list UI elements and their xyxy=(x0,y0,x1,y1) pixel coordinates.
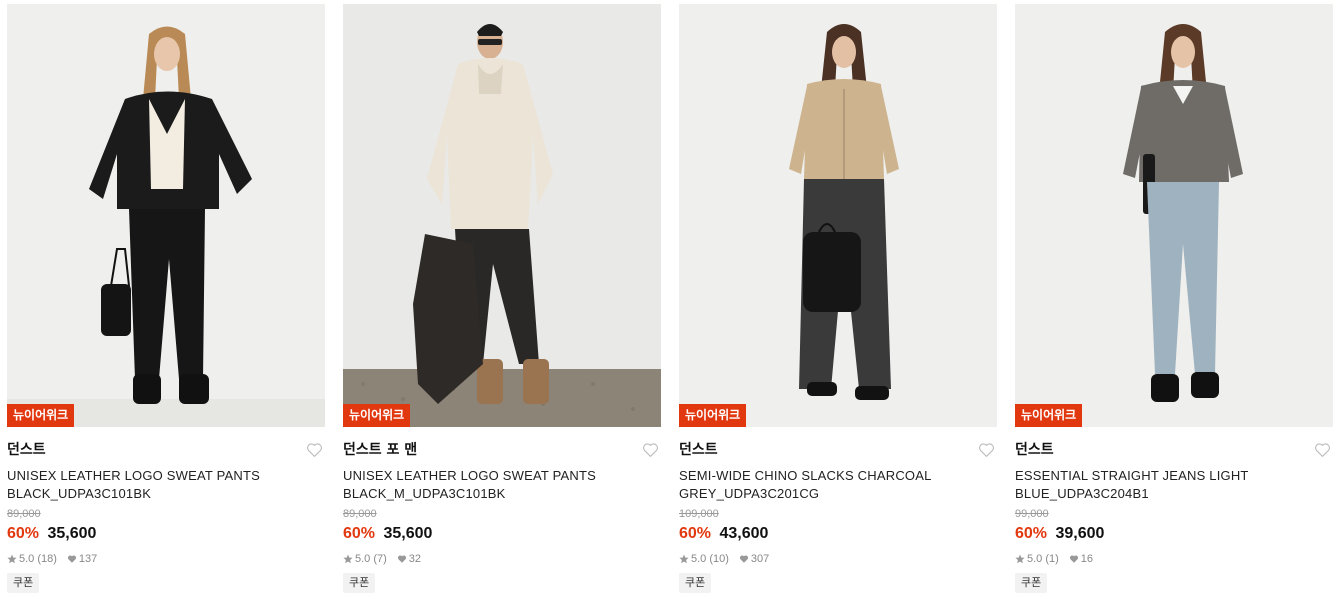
heart-outline-icon xyxy=(643,443,658,457)
product-image[interactable]: 뉴이어위크 xyxy=(343,4,661,427)
rating: 5.0 (7) xyxy=(355,553,387,565)
product-image[interactable]: 뉴이어위크 xyxy=(679,4,997,427)
sale-price: 35,600 xyxy=(47,525,97,542)
discount-rate: 60% xyxy=(1015,525,1048,542)
sale-price: 39,600 xyxy=(1055,525,1105,542)
discount-rate: 60% xyxy=(679,525,712,542)
coupon-badge: 쿠폰 xyxy=(7,573,40,593)
coupon-badge: 쿠폰 xyxy=(1015,573,1048,593)
rating: 5.0 (10) xyxy=(691,553,729,565)
product-grid: 뉴이어위크 던스트 UNISEX LEATHER LOGO SWEAT PANT… xyxy=(0,0,1340,612)
product-card[interactable]: 뉴이어위크 던스트 SEMI-WIDE CHINO SLACKS CHARCOA… xyxy=(679,4,997,608)
product-name[interactable]: UNISEX LEATHER LOGO SWEAT PANTS BLACK_UD… xyxy=(7,467,299,503)
discount-rate: 60% xyxy=(7,525,40,542)
product-card[interactable]: 뉴이어위크 던스트 포 맨 UNISEX LEATHER LOGO SWEAT … xyxy=(343,4,661,608)
heart-outline-icon xyxy=(979,443,994,457)
brand-name[interactable]: 던스트 xyxy=(7,441,325,459)
promo-tag: 뉴이어위크 xyxy=(343,404,411,427)
heart-filled-icon xyxy=(67,554,77,564)
product-image[interactable]: 뉴이어위크 xyxy=(1015,4,1333,427)
brand-name[interactable]: 던스트 xyxy=(1015,441,1333,459)
like-count: 16 xyxy=(1080,553,1094,565)
original-price: 109,000 xyxy=(679,508,719,520)
product-card[interactable]: 뉴이어위크 던스트 UNISEX LEATHER LOGO SWEAT PANT… xyxy=(7,4,325,608)
heart-filled-icon xyxy=(397,554,407,564)
star-icon xyxy=(7,554,17,564)
promo-tag: 뉴이어위크 xyxy=(1015,404,1083,427)
discount-rate: 60% xyxy=(343,525,376,542)
heart-filled-icon xyxy=(739,554,749,564)
product-image[interactable]: 뉴이어위크 xyxy=(7,4,325,427)
wishlist-button[interactable] xyxy=(642,442,659,458)
star-icon xyxy=(1015,554,1025,564)
product-name[interactable]: SEMI-WIDE CHINO SLACKS CHARCOAL GREY_UDP… xyxy=(679,467,971,503)
product-name[interactable]: UNISEX LEATHER LOGO SWEAT PANTS BLACK_M_… xyxy=(343,467,635,503)
like-count: 307 xyxy=(750,553,770,565)
promo-tag: 뉴이어위크 xyxy=(679,404,747,427)
star-icon xyxy=(679,554,689,564)
like-count: 32 xyxy=(408,553,422,565)
wishlist-button[interactable] xyxy=(978,442,995,458)
model-photo xyxy=(343,4,661,427)
product-card[interactable]: 뉴이어위크 던스트 ESSENTIAL STRAIGHT JEANS LIGHT… xyxy=(1015,4,1333,608)
like-count: 137 xyxy=(78,553,98,565)
brand-name[interactable]: 던스트 xyxy=(679,441,997,459)
heart-outline-icon xyxy=(307,443,322,457)
original-price: 89,000 xyxy=(343,508,377,520)
star-icon xyxy=(343,554,353,564)
heart-filled-icon xyxy=(1069,554,1079,564)
promo-tag: 뉴이어위크 xyxy=(7,404,75,427)
model-photo xyxy=(1015,4,1333,427)
original-price: 89,000 xyxy=(7,508,41,520)
rating: 5.0 (18) xyxy=(19,553,57,565)
wishlist-button[interactable] xyxy=(1314,442,1331,458)
wishlist-button[interactable] xyxy=(306,442,323,458)
model-photo xyxy=(679,4,997,427)
sale-price: 35,600 xyxy=(383,525,433,542)
heart-outline-icon xyxy=(1315,443,1330,457)
brand-name[interactable]: 던스트 포 맨 xyxy=(343,441,661,459)
rating: 5.0 (1) xyxy=(1027,553,1059,565)
coupon-badge: 쿠폰 xyxy=(343,573,376,593)
sale-price: 43,600 xyxy=(719,525,769,542)
original-price: 99,000 xyxy=(1015,508,1049,520)
coupon-badge: 쿠폰 xyxy=(679,573,712,593)
product-name[interactable]: ESSENTIAL STRAIGHT JEANS LIGHT BLUE_UDPA… xyxy=(1015,467,1307,503)
model-photo xyxy=(7,4,325,427)
